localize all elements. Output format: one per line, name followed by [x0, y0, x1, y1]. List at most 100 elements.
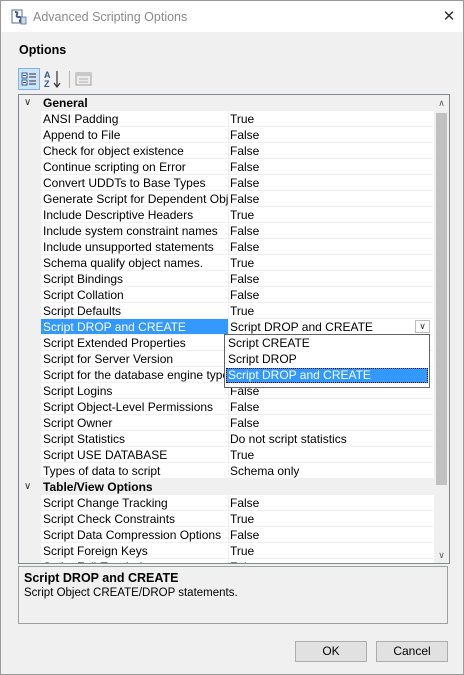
property-row[interactable]: Include system constraint names False — [19, 223, 434, 239]
property-name[interactable]: Script Defaults — [41, 303, 229, 319]
property-value[interactable]: False — [229, 527, 433, 543]
property-name[interactable]: ANSI Padding — [41, 111, 229, 127]
property-value[interactable]: False — [229, 191, 433, 207]
property-value[interactable]: False — [229, 495, 433, 511]
property-value[interactable]: False — [229, 415, 433, 431]
scroll-down-icon[interactable]: ∨ — [434, 547, 449, 563]
property-name[interactable]: Generate Script for Dependent Objects — [41, 191, 229, 207]
property-row[interactable]: Include Descriptive Headers True — [19, 207, 434, 223]
property-name[interactable]: Include unsupported statements — [41, 239, 229, 255]
alphabetical-sort-button[interactable]: A Z — [42, 68, 64, 90]
close-icon[interactable]: ✕ — [435, 4, 463, 30]
property-row[interactable]: Script Owner False — [19, 415, 434, 431]
property-value[interactable]: Script DROP and CREATE — [229, 319, 433, 335]
scrollbar-thumb[interactable] — [436, 113, 447, 485]
property-value[interactable]: False — [229, 127, 433, 143]
property-row[interactable]: Script Collation False — [19, 287, 434, 303]
property-name[interactable]: Script Bindings — [41, 271, 229, 287]
property-row[interactable]: Script Change Tracking False — [19, 495, 434, 511]
property-name[interactable]: Schema qualify object names. — [41, 255, 229, 271]
row-margin — [19, 111, 41, 127]
property-value[interactable]: True — [229, 543, 433, 559]
dropdown-option[interactable]: Script DROP — [226, 352, 428, 367]
property-value[interactable]: True — [229, 207, 433, 223]
property-value[interactable]: False — [229, 271, 433, 287]
property-name[interactable]: Script Statistics — [41, 431, 229, 447]
property-name[interactable]: Script Collation — [41, 287, 229, 303]
property-value[interactable]: False — [229, 143, 433, 159]
property-row[interactable]: Script Defaults True — [19, 303, 434, 319]
category-label: Table/View Options — [43, 480, 153, 494]
property-value[interactable]: False — [229, 559, 433, 563]
property-name[interactable]: Continue scripting on Error — [41, 159, 229, 175]
property-row[interactable]: Check for object existence False — [19, 143, 434, 159]
property-value[interactable]: True — [229, 255, 433, 271]
property-name[interactable]: Script DROP and CREATE — [41, 319, 229, 335]
property-row[interactable]: ANSI Padding True — [19, 111, 434, 127]
property-name[interactable]: Script for the database engine type — [41, 367, 229, 383]
property-value[interactable]: Do not script statistics — [229, 431, 433, 447]
dropdown-arrow-icon[interactable]: ∨ — [415, 320, 430, 333]
property-row[interactable]: Script USE DATABASE True — [19, 447, 434, 463]
property-value[interactable]: False — [229, 223, 433, 239]
property-row[interactable]: Script Check Constraints True — [19, 511, 434, 527]
property-name[interactable]: Include Descriptive Headers — [41, 207, 229, 223]
property-row[interactable]: Script Data Compression Options False — [19, 527, 434, 543]
vertical-scrollbar[interactable]: ∧ ∨ — [434, 95, 449, 563]
property-name[interactable]: Script Foreign Keys — [41, 543, 229, 559]
property-name[interactable]: Convert UDDTs to Base Types — [41, 175, 229, 191]
property-row[interactable]: Continue scripting on Error False — [19, 159, 434, 175]
category-row[interactable]: ∨ Table/View Options — [19, 479, 434, 495]
property-name[interactable]: Append to File — [41, 127, 229, 143]
row-margin — [19, 239, 41, 255]
property-value[interactable]: True — [229, 111, 433, 127]
property-row[interactable]: Script Statistics Do not script statistic… — [19, 431, 434, 447]
property-pages-button[interactable] — [73, 68, 95, 90]
property-name[interactable]: Script Owner — [41, 415, 229, 431]
property-value[interactable]: True — [229, 511, 433, 527]
property-value[interactable]: False — [229, 239, 433, 255]
script-drop-create-dropdown-list[interactable]: Script CREATE Script DROP Script DROP and … — [224, 334, 430, 388]
scroll-up-icon[interactable]: ∧ — [434, 95, 449, 111]
property-row[interactable]: Script DROP and CREATE Script DROP and CR… — [19, 319, 434, 335]
ok-button[interactable]: OK — [295, 641, 367, 662]
property-row[interactable]: Script Object-Level Permissions False — [19, 399, 434, 415]
property-name[interactable]: Types of data to script — [41, 463, 229, 479]
dropdown-option[interactable]: Script DROP and CREATE — [226, 368, 428, 383]
property-name[interactable]: Script Object-Level Permissions — [41, 399, 229, 415]
property-row[interactable]: Convert UDDTs to Base Types False — [19, 175, 434, 191]
property-value[interactable]: Schema only — [229, 463, 433, 479]
property-row[interactable]: Script Full-Text IndexesFalse — [19, 559, 434, 563]
dropdown-option[interactable]: Script CREATE — [226, 336, 428, 351]
property-row[interactable]: Script Foreign Keys True — [19, 543, 434, 559]
row-margin — [19, 207, 41, 223]
property-value[interactable]: False — [229, 287, 433, 303]
collapse-chevron-icon[interactable]: ∨ — [24, 479, 36, 495]
property-name[interactable]: Script Check Constraints — [41, 511, 229, 527]
cancel-button[interactable]: Cancel — [376, 641, 448, 662]
property-name[interactable]: Include system constraint names — [41, 223, 229, 239]
property-row[interactable]: Script Bindings False — [19, 271, 434, 287]
property-row[interactable]: Types of data to script Schema only — [19, 463, 434, 479]
property-row[interactable]: Generate Script for Dependent ObjectsFal… — [19, 191, 434, 207]
property-value[interactable]: True — [229, 303, 433, 319]
property-value[interactable]: False — [229, 399, 433, 415]
property-row[interactable]: Include unsupported statements False — [19, 239, 434, 255]
property-row[interactable]: Append to File False — [19, 127, 434, 143]
property-name[interactable]: Script for Server Version — [41, 351, 229, 367]
property-name[interactable]: Script Data Compression Options — [41, 527, 229, 543]
categorized-view-button[interactable] — [18, 68, 40, 90]
property-value[interactable]: True — [229, 447, 433, 463]
property-value[interactable]: False — [229, 159, 433, 175]
property-name[interactable]: Script Full-Text Indexes — [41, 559, 229, 563]
row-margin — [19, 367, 41, 383]
collapse-chevron-icon[interactable]: ∨ — [24, 95, 36, 111]
property-value[interactable]: False — [229, 175, 433, 191]
category-row[interactable]: ∨ General — [19, 95, 434, 111]
property-name[interactable]: Script Change Tracking — [41, 495, 229, 511]
property-name[interactable]: Script USE DATABASE — [41, 447, 229, 463]
property-name[interactable]: Script Logins — [41, 383, 229, 399]
property-name[interactable]: Script Extended Properties — [41, 335, 229, 351]
property-row[interactable]: Schema qualify object names. True — [19, 255, 434, 271]
property-name[interactable]: Check for object existence — [41, 143, 229, 159]
